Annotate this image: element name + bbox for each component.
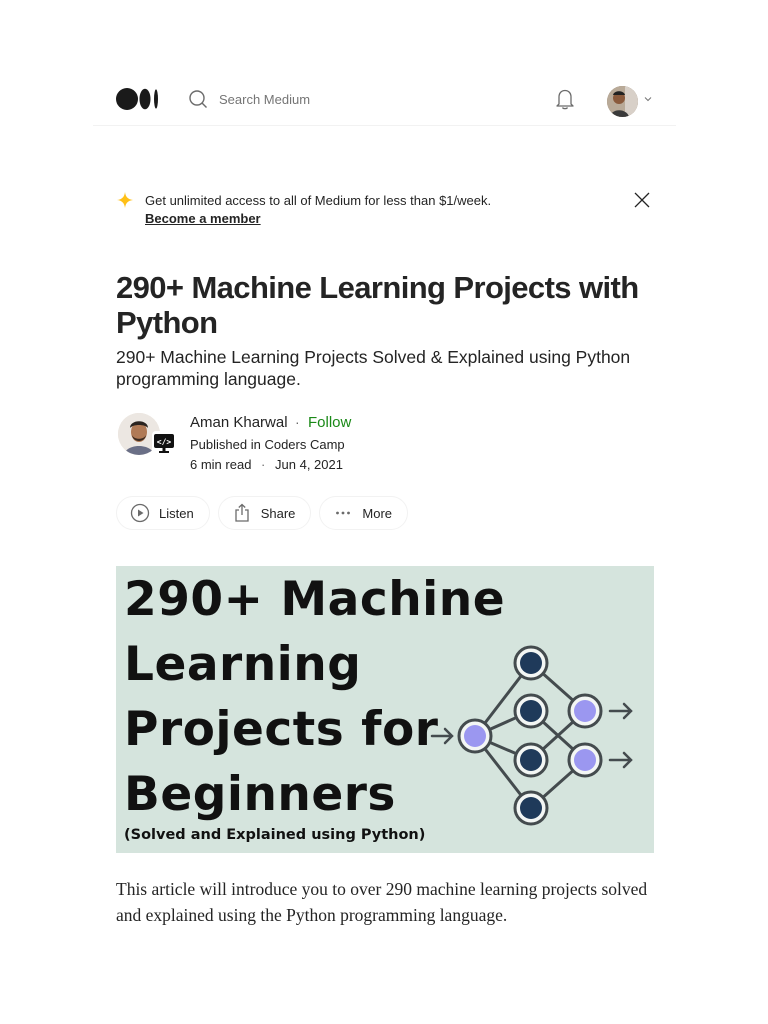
article-subtitle: 290+ Machine Learning Projects Solved & …: [116, 347, 631, 389]
publication-logo-icon[interactable]: </>: [152, 431, 176, 455]
input-arrow-icon: [430, 727, 454, 745]
network-nodes: [457, 645, 603, 826]
close-icon[interactable]: [633, 191, 651, 209]
published-prefix: Published in: [190, 437, 261, 452]
follow-button[interactable]: Follow: [308, 414, 351, 431]
svg-text:</>: </>: [157, 438, 172, 447]
publication-name[interactable]: Coders Camp: [264, 437, 344, 452]
article-intro-paragraph: This article will introduce you to over …: [116, 879, 648, 925]
separator-dot: ·: [261, 457, 266, 472]
publish-date: Jun 4, 2021: [275, 457, 343, 472]
hero-image: 290+ Machine Learning Projects for Begin…: [116, 566, 654, 853]
output-node: [567, 742, 603, 778]
input-node: [457, 718, 493, 754]
play-circle-icon: [130, 503, 150, 523]
more-button[interactable]: More: [319, 496, 409, 530]
membership-banner: Get unlimited access to all of Medium fo…: [116, 190, 656, 234]
hidden-node: [513, 742, 549, 778]
search-input[interactable]: [219, 88, 419, 110]
chevron-down-icon[interactable]: [643, 95, 653, 103]
share-icon: [235, 503, 249, 522]
output-arrow-icon: [608, 702, 633, 720]
more-label: More: [362, 505, 393, 521]
search-icon[interactable]: [188, 89, 208, 109]
article-meta: 6 min read · Jun 4, 2021: [190, 457, 343, 472]
top-navigation-bar: [93, 78, 676, 126]
more-dots-icon: [336, 511, 351, 515]
read-time: 6 min read: [190, 457, 252, 472]
hidden-node: [513, 645, 549, 681]
listen-button[interactable]: Listen: [116, 496, 210, 530]
neural-network-illustration: [430, 645, 633, 826]
bell-icon[interactable]: [554, 87, 576, 111]
listen-label: Listen: [159, 505, 194, 521]
hidden-node: [513, 790, 549, 826]
sparkle-icon: [117, 192, 133, 208]
hidden-node: [513, 693, 549, 729]
author-name[interactable]: Aman Kharwal: [190, 414, 288, 431]
share-button[interactable]: Share: [217, 496, 312, 530]
output-arrow-icon: [608, 751, 633, 769]
medium-logo[interactable]: [116, 88, 160, 110]
avatar[interactable]: [607, 86, 638, 117]
publication-line: Published in Coders Camp: [190, 437, 345, 452]
separator-dot: ·: [295, 414, 300, 430]
output-node: [567, 693, 603, 729]
become-member-link[interactable]: Become a member: [145, 211, 261, 226]
article-title: 290+ Machine Learning Projects with Pyth…: [116, 270, 639, 340]
promo-text: Get unlimited access to all of Medium fo…: [145, 193, 492, 208]
article-actions: Listen Share More: [116, 496, 409, 530]
share-label: Share: [260, 505, 296, 521]
